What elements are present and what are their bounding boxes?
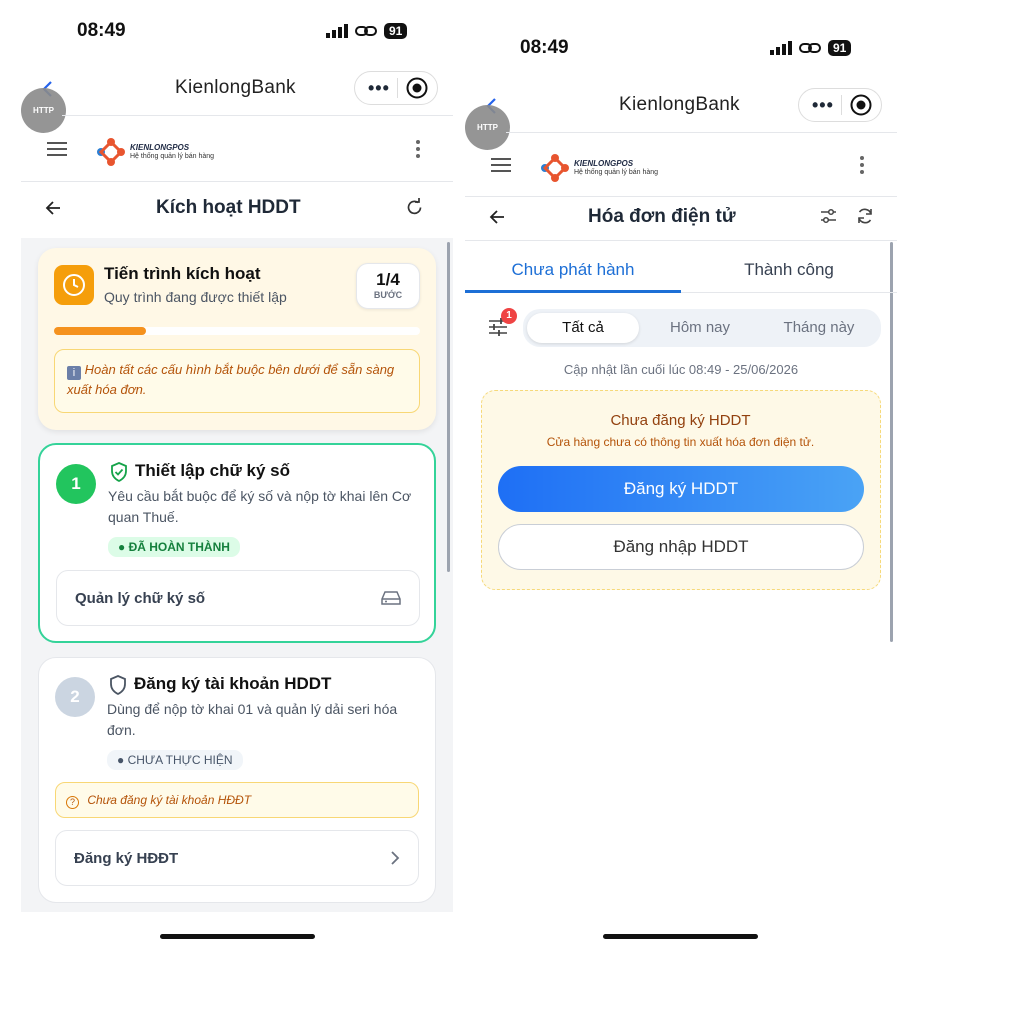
empty-title: Chưa đăng ký HDDT bbox=[610, 412, 751, 429]
hard-drive-icon bbox=[381, 591, 401, 605]
hamburger-icon[interactable] bbox=[491, 158, 511, 173]
segment-all[interactable]: Tất cả bbox=[527, 313, 639, 343]
kebab-menu-icon[interactable] bbox=[859, 155, 865, 175]
status-time: 08:49 bbox=[520, 37, 569, 58]
title-divider bbox=[465, 240, 897, 241]
close-miniapp-icon[interactable] bbox=[850, 94, 872, 116]
login-hddt-button[interactable]: Đăng nhập HDDT bbox=[498, 524, 864, 570]
progress-subtitle: Quy trình đang được thiết lập bbox=[104, 289, 287, 305]
scrollbar[interactable] bbox=[890, 242, 893, 642]
info-icon: i bbox=[67, 366, 81, 380]
progress-bar-fill bbox=[54, 327, 146, 335]
segment-today[interactable]: Hôm nay bbox=[644, 313, 756, 343]
brand-logo: KIENLONGPOS Hệ thống quản lý bán hàng bbox=[539, 152, 658, 184]
more-icon[interactable]: ••• bbox=[812, 96, 834, 114]
step-counter: 1/4 BƯỚC bbox=[356, 263, 420, 309]
segment-this-month[interactable]: Tháng này bbox=[763, 313, 875, 343]
status-icons: 91 bbox=[326, 23, 408, 39]
signal-icon bbox=[770, 41, 792, 55]
tab-divider bbox=[681, 292, 897, 293]
brand-subtitle: Hệ thống quản lý bán hàng bbox=[130, 153, 215, 160]
manage-signature-label: Quản lý chữ ký số bbox=[75, 589, 206, 607]
kebab-menu-icon[interactable] bbox=[415, 139, 421, 159]
sync-icon[interactable] bbox=[856, 207, 874, 225]
tab-active-indicator bbox=[465, 290, 681, 293]
shield-icon bbox=[110, 675, 126, 695]
battery-indicator: 91 bbox=[384, 23, 408, 39]
progress-note-text: Hoàn tất các cấu hình bắt buộc bên dưới … bbox=[67, 362, 395, 397]
refresh-icon[interactable] bbox=[405, 198, 424, 217]
manage-signature-button[interactable]: Quản lý chữ ký số bbox=[56, 570, 420, 626]
sliders-icon[interactable] bbox=[820, 208, 837, 224]
back-arrow-icon[interactable] bbox=[45, 200, 61, 216]
register-hddt-label: Đăng ký HĐĐT bbox=[74, 849, 179, 867]
miniapp-title: KienlongBank bbox=[619, 94, 740, 115]
capsule-divider bbox=[841, 95, 843, 115]
brand-name: KIENLONGPOS bbox=[130, 143, 190, 152]
brand-name: KIENLONGPOS bbox=[574, 159, 634, 168]
header-divider bbox=[62, 115, 453, 116]
miniapp-title: KienlongBank bbox=[175, 77, 296, 98]
warning-note-text: Chưa đăng ký tài khoản HĐĐT bbox=[87, 793, 252, 807]
brand-logo: KIENLONGPOS Hệ thống quản lý bán hàng bbox=[95, 136, 214, 168]
status-badge-text: ĐÃ HOÀN THÀNH bbox=[128, 540, 230, 554]
last-updated-text: Cập nhật lần cuối lúc 08:49 - 25/06/2026 bbox=[563, 362, 799, 377]
progress-title: Tiến trình kích hoạt bbox=[104, 264, 261, 283]
step-card-1: 1 Thiết lập chữ ký số Yêu cầu bắt buộc đ… bbox=[38, 443, 436, 643]
http-badge: HTTP bbox=[465, 105, 510, 150]
shield-check-icon bbox=[111, 462, 127, 482]
question-circle-icon: ? bbox=[66, 796, 79, 809]
clock-icon bbox=[54, 265, 94, 305]
empty-desc: Cửa hàng chưa có thông tin xuất hóa đơn … bbox=[546, 435, 815, 449]
page-title: Hóa đơn điện tử bbox=[588, 206, 736, 227]
link-icon bbox=[799, 43, 821, 53]
header-divider bbox=[506, 132, 897, 133]
warning-note: ? Chưa đăng ký tài khoản HĐĐT bbox=[55, 782, 419, 818]
battery-indicator: 91 bbox=[828, 40, 852, 56]
tab-success[interactable]: Thành công bbox=[681, 260, 897, 280]
link-icon bbox=[355, 26, 377, 36]
step-title-1: Thiết lập chữ ký số bbox=[135, 461, 290, 480]
step-number-2: 2 bbox=[55, 677, 95, 717]
register-hddt-button[interactable]: Đăng ký HDDT bbox=[498, 466, 864, 512]
miniapp-capsule: ••• bbox=[798, 88, 882, 122]
step-number-1: 1 bbox=[56, 464, 96, 504]
status-badge-pending: ● CHƯA THỰC HIỆN bbox=[107, 750, 243, 770]
register-hddt-button[interactable]: Đăng ký HĐĐT bbox=[55, 830, 419, 886]
status-icons: 91 bbox=[770, 40, 852, 56]
step-count: 1/4 bbox=[376, 270, 400, 289]
scrollbar[interactable] bbox=[447, 242, 450, 572]
step-title-2: Đăng ký tài khoản HDDT bbox=[134, 674, 332, 693]
progress-card: Tiến trình kích hoạt Quy trình đang được… bbox=[38, 248, 436, 430]
progress-note: i Hoàn tất các cấu hình bắt buộc bên dướ… bbox=[54, 349, 420, 413]
brand-divider bbox=[21, 181, 453, 182]
step-desc-2: Dùng để nộp tờ khai 01 và quản lý dải se… bbox=[107, 701, 398, 738]
step-card-2: 2 Đăng ký tài khoản HDDT Dùng để nộp tờ … bbox=[38, 657, 436, 903]
tab-unissued[interactable]: Chưa phát hành bbox=[465, 260, 681, 280]
signal-icon bbox=[326, 24, 348, 38]
home-indicator bbox=[603, 934, 758, 939]
brand-subtitle: Hệ thống quản lý bán hàng bbox=[574, 169, 659, 176]
close-miniapp-icon[interactable] bbox=[406, 77, 428, 99]
page-title: Kích hoạt HDDT bbox=[156, 197, 301, 218]
chevron-right-icon bbox=[391, 851, 400, 865]
progress-bar bbox=[54, 327, 420, 335]
step-desc-1: Yêu cầu bắt buộc để ký số và nộp tờ khai… bbox=[108, 488, 412, 525]
more-icon[interactable]: ••• bbox=[368, 79, 390, 97]
miniapp-capsule: ••• bbox=[354, 71, 438, 105]
status-badge-text: CHƯA THỰC HIỆN bbox=[127, 753, 233, 767]
kienlongpos-logo-icon bbox=[97, 138, 125, 166]
status-time: 08:49 bbox=[77, 20, 126, 41]
status-badge-done: ● ĐÃ HOÀN THÀNH bbox=[108, 537, 240, 557]
brand-divider bbox=[465, 196, 897, 197]
back-arrow-icon[interactable] bbox=[489, 209, 505, 225]
step-label: BƯỚC bbox=[373, 290, 403, 300]
hamburger-icon[interactable] bbox=[47, 142, 67, 157]
home-indicator bbox=[160, 934, 315, 939]
http-badge: HTTP bbox=[21, 88, 66, 133]
kienlongpos-logo-icon bbox=[541, 154, 569, 182]
filter-count-badge: 1 bbox=[501, 308, 517, 324]
capsule-divider bbox=[397, 78, 399, 98]
